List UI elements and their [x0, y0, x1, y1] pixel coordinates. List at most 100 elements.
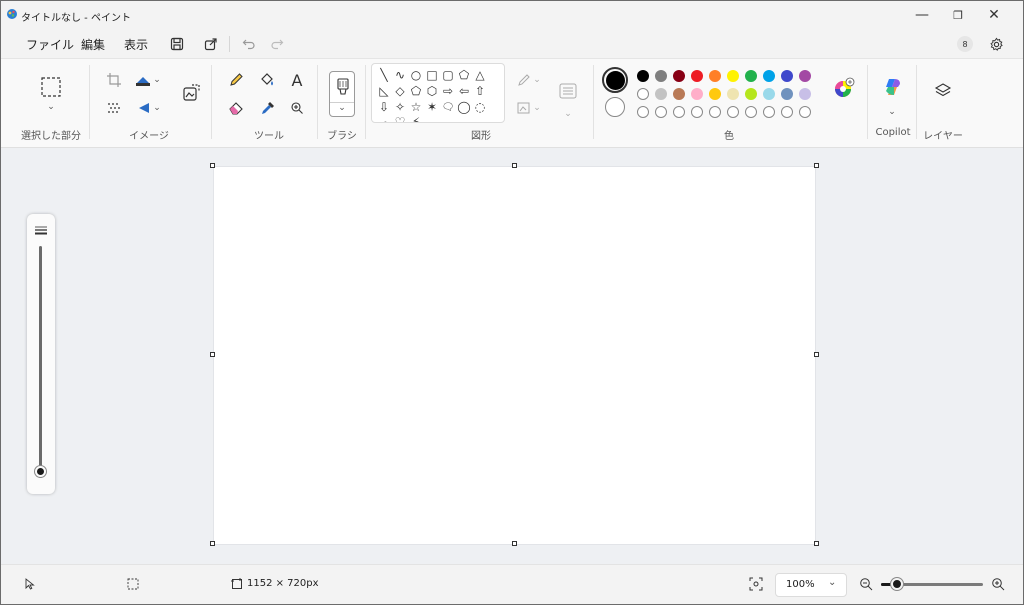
shape-arrow-down[interactable]: ⇩: [377, 100, 391, 114]
save-icon[interactable]: [167, 34, 187, 54]
select-dropdown-chevron-icon[interactable]: ⌄: [42, 101, 60, 113]
resize-handle[interactable]: [512, 163, 517, 168]
brush-size-slider-track[interactable]: [39, 246, 42, 478]
account-avatar[interactable]: 8: [955, 34, 975, 54]
zoom-in-icon[interactable]: [991, 577, 1005, 594]
rotate-dropdown-chevron-icon[interactable]: ⌄: [151, 97, 163, 119]
shape-polygon[interactable]: ⬠: [457, 68, 471, 82]
magnifier-icon[interactable]: [286, 97, 308, 119]
color-swatch[interactable]: [673, 70, 685, 82]
primary-color-button[interactable]: [602, 67, 628, 93]
minimize-button[interactable]: —: [907, 5, 937, 25]
shape-cloud[interactable]: ☁: [377, 115, 391, 122]
color-swatch[interactable]: [709, 70, 721, 82]
color-swatch[interactable]: [727, 106, 739, 118]
layers-icon[interactable]: [931, 79, 955, 103]
color-swatch[interactable]: [727, 70, 739, 82]
select-icon[interactable]: [39, 75, 63, 99]
color-swatch[interactable]: [709, 88, 721, 100]
redo-icon[interactable]: [267, 34, 287, 54]
drawing-canvas[interactable]: [214, 167, 815, 544]
secondary-color-button[interactable]: [605, 97, 625, 117]
copilot-dropdown-chevron-icon[interactable]: ⌄: [886, 101, 898, 123]
shape-size-icon[interactable]: [556, 79, 580, 103]
copilot-icon[interactable]: [881, 75, 905, 99]
color-swatch[interactable]: [745, 106, 757, 118]
shape-line[interactable]: ╲: [377, 68, 391, 82]
resize-handle[interactable]: [814, 541, 819, 546]
color-swatch[interactable]: [691, 70, 703, 82]
shape-star-four[interactable]: ✧: [393, 100, 407, 114]
fill-icon[interactable]: [257, 69, 279, 91]
pencil-icon[interactable]: [225, 69, 247, 91]
shape-oval[interactable]: ○: [409, 68, 423, 82]
color-swatch[interactable]: [655, 106, 667, 118]
shape-curve[interactable]: ∿: [393, 68, 407, 82]
color-swatch[interactable]: [637, 70, 649, 82]
image-creator-icon[interactable]: [179, 81, 203, 105]
menu-view[interactable]: 表示: [124, 36, 148, 53]
color-swatch[interactable]: [763, 106, 775, 118]
text-tool-icon[interactable]: A: [286, 69, 308, 91]
outline-dropdown-chevron-icon[interactable]: ⌄: [531, 69, 543, 91]
color-swatch[interactable]: [745, 70, 757, 82]
shape-rectangle[interactable]: □: [425, 68, 439, 82]
zoom-slider-thumb[interactable]: [891, 578, 903, 590]
color-swatch[interactable]: [763, 70, 775, 82]
resize-handle[interactable]: [814, 163, 819, 168]
color-swatch[interactable]: [799, 88, 811, 100]
color-swatch[interactable]: [781, 106, 793, 118]
zoom-select[interactable]: 100% ⌄: [775, 573, 847, 597]
color-swatch[interactable]: [799, 70, 811, 82]
shape-triangle[interactable]: △: [473, 68, 487, 82]
shape-lightning[interactable]: ⚡: [409, 115, 423, 122]
eraser-icon[interactable]: [225, 97, 247, 119]
zoom-out-icon[interactable]: [859, 577, 873, 594]
resize-dropdown-chevron-icon[interactable]: ⌄: [151, 69, 163, 91]
shape-diamond[interactable]: ◇: [393, 84, 407, 98]
shape-callout-cloud[interactable]: ◌: [473, 100, 487, 114]
color-swatch[interactable]: [781, 70, 793, 82]
close-button[interactable]: ✕: [979, 5, 1009, 25]
shape-size-dropdown-chevron-icon[interactable]: ⌄: [562, 103, 574, 125]
color-swatch[interactable]: [691, 88, 703, 100]
fit-to-window-icon[interactable]: [749, 577, 763, 594]
brush-size-slider-thumb[interactable]: [35, 466, 46, 477]
color-swatch[interactable]: [637, 106, 649, 118]
color-swatch[interactable]: [673, 88, 685, 100]
color-swatch[interactable]: [799, 106, 811, 118]
undo-icon[interactable]: [239, 34, 259, 54]
shape-heart[interactable]: ♡: [393, 115, 407, 122]
menu-edit[interactable]: 編集: [81, 36, 105, 53]
shape-right-triangle[interactable]: ◺: [377, 84, 391, 98]
color-swatch[interactable]: [673, 106, 685, 118]
color-swatch[interactable]: [637, 88, 649, 100]
color-swatch[interactable]: [655, 88, 667, 100]
resize-handle[interactable]: [512, 541, 517, 546]
resize-handle[interactable]: [210, 163, 215, 168]
menu-file[interactable]: ファイル: [26, 36, 74, 53]
share-icon[interactable]: [201, 34, 221, 54]
shape-rounded-rectangle[interactable]: ▢: [441, 68, 455, 82]
shape-callout-oval[interactable]: ◯: [457, 100, 471, 114]
color-swatch[interactable]: [781, 88, 793, 100]
shape-star-five[interactable]: ☆: [409, 100, 423, 114]
resize-handle[interactable]: [210, 352, 215, 357]
resize-handle[interactable]: [814, 352, 819, 357]
color-swatch[interactable]: [763, 88, 775, 100]
shape-arrow-right[interactable]: ⇨: [441, 84, 455, 98]
shape-callout-rect[interactable]: 🗨: [441, 100, 455, 114]
shape-pentagon[interactable]: ⬠: [409, 84, 423, 98]
shape-star-six[interactable]: ✶: [425, 100, 439, 114]
color-picker-icon[interactable]: [257, 97, 279, 119]
color-swatch[interactable]: [727, 88, 739, 100]
color-swatch[interactable]: [709, 106, 721, 118]
edit-colors-icon[interactable]: [831, 75, 857, 101]
shape-fill-dropdown-chevron-icon[interactable]: ⌄: [531, 97, 543, 119]
crop-icon[interactable]: [103, 69, 125, 91]
remove-background-icon[interactable]: [103, 97, 125, 119]
color-swatch[interactable]: [745, 88, 757, 100]
settings-icon[interactable]: [986, 34, 1006, 54]
shape-hexagon[interactable]: ⬡: [425, 84, 439, 98]
color-swatch[interactable]: [655, 70, 667, 82]
